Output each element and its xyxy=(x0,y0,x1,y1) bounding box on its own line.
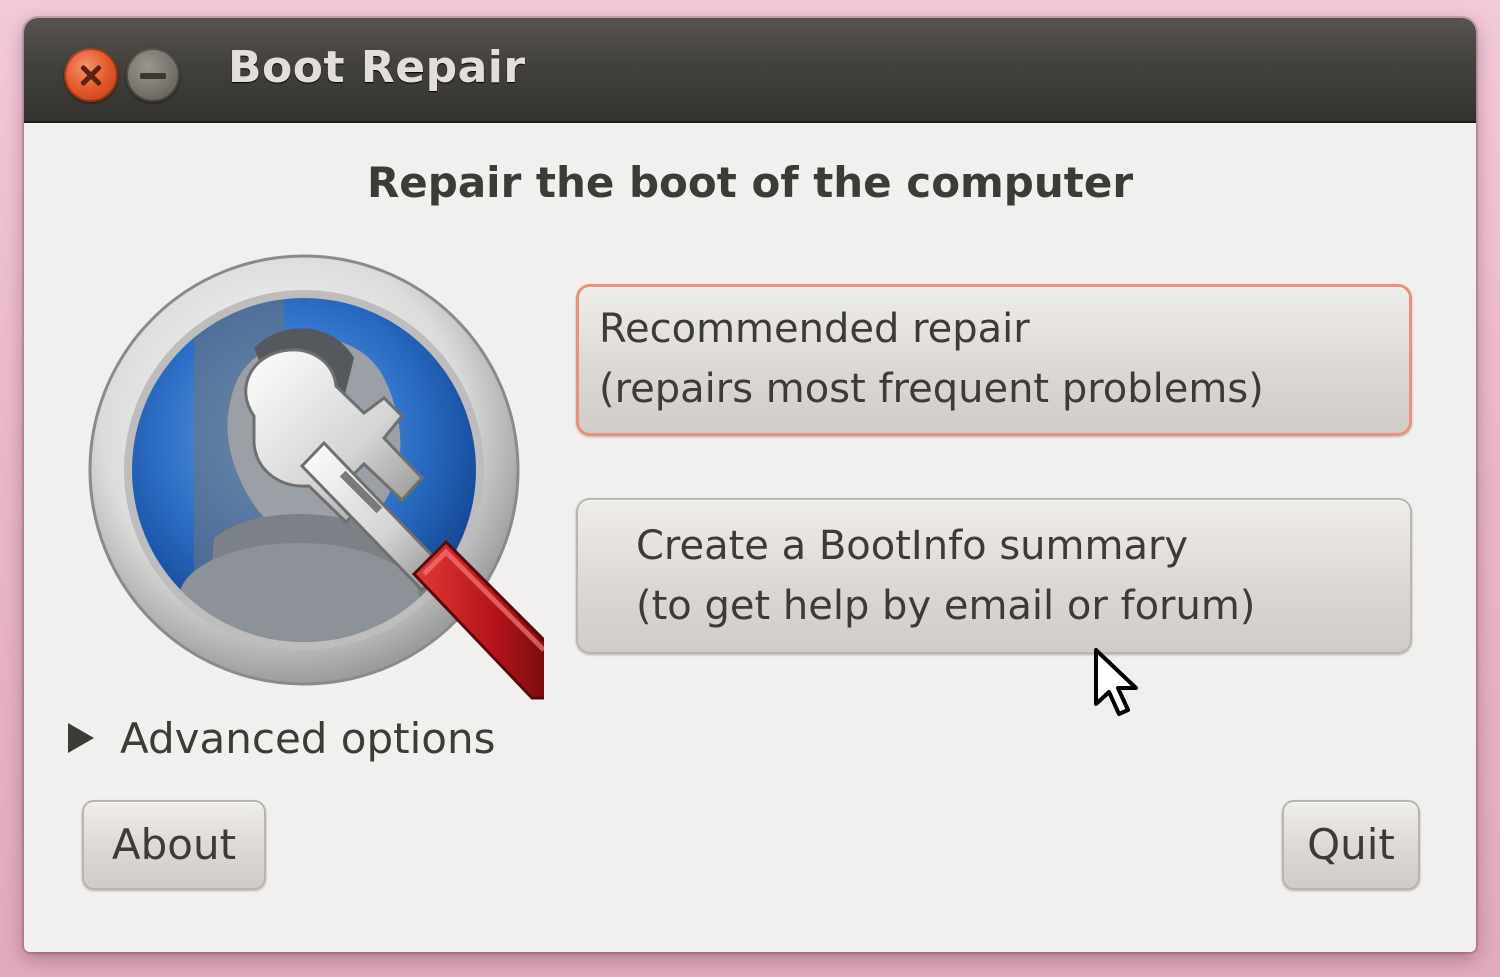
create-bootinfo-subtitle: (to get help by email or forum) xyxy=(636,583,1256,629)
page-heading: Repair the boot of the computer xyxy=(366,158,1134,207)
close-icon[interactable] xyxy=(64,48,118,102)
create-bootinfo-summary-button[interactable]: Create a BootInfo summary (to get help b… xyxy=(576,498,1412,654)
recommended-repair-subtitle: (repairs most frequent problems) xyxy=(599,366,1264,412)
mouse-pointer-icon xyxy=(1092,646,1142,722)
window-title: Boot Repair xyxy=(228,42,526,93)
minimize-icon[interactable] xyxy=(126,48,180,102)
advanced-options-expander[interactable]: Advanced options xyxy=(68,714,496,763)
create-bootinfo-title: Create a BootInfo summary xyxy=(636,523,1189,569)
title-bar[interactable]: Boot Repair xyxy=(24,18,1476,123)
expander-arrow-icon xyxy=(68,722,94,753)
recommended-repair-button[interactable]: Recommended repair (repairs most frequen… xyxy=(576,284,1412,436)
quit-button[interactable]: Quit xyxy=(1282,800,1420,890)
advanced-options-label: Advanced options xyxy=(120,714,496,763)
recommended-repair-title: Recommended repair xyxy=(599,306,1030,352)
boot-repair-logo-icon xyxy=(84,238,560,712)
boot-repair-window: Boot Repair Repair the boot of the compu… xyxy=(24,18,1476,952)
about-button[interactable]: About xyxy=(82,800,266,890)
